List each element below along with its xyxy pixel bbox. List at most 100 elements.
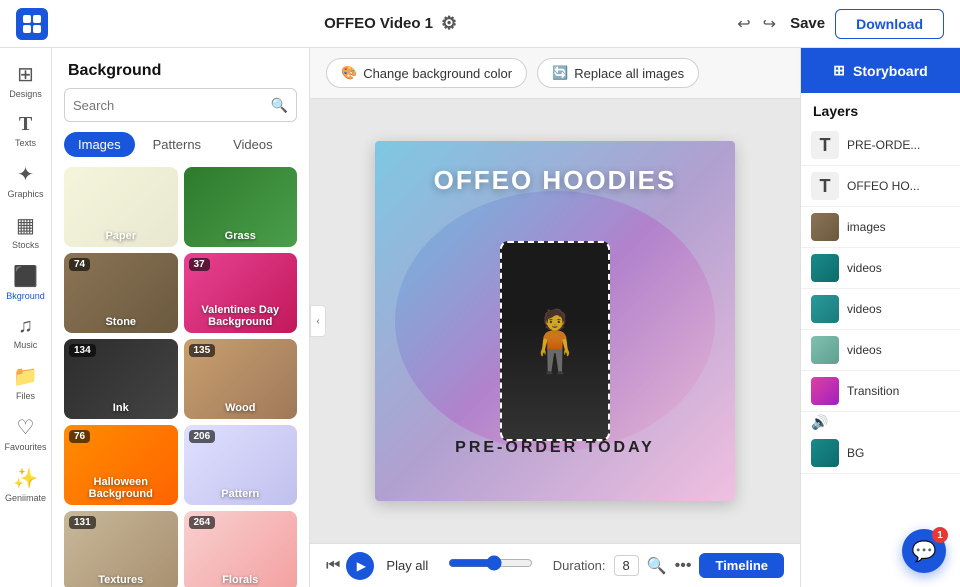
layer-name: images — [847, 220, 950, 234]
list-item[interactable]: 76Halloween Background — [64, 425, 178, 505]
sidebar-item-graphics[interactable]: ✦ Graphics — [2, 156, 50, 205]
storyboard-label: Storyboard — [853, 63, 928, 79]
settings-icon[interactable]: ⚙ — [441, 13, 457, 34]
redo-button[interactable]: ↪ — [759, 10, 780, 38]
figure-icon: 🧍 — [518, 306, 593, 377]
save-button[interactable]: Save — [790, 15, 825, 32]
layer-name: Transition — [847, 384, 950, 398]
layer-name: PRE-ORDE... — [847, 138, 950, 152]
list-item[interactable]: Paper — [64, 167, 178, 247]
sidebar-item-background[interactable]: ⬛ Bkground — [2, 258, 50, 307]
timeline-button[interactable]: Timeline — [699, 553, 784, 578]
background-icon: ⬛ — [13, 264, 38, 289]
music-icon: ♫ — [18, 315, 33, 338]
tab-bar: Images Patterns Videos — [52, 132, 309, 157]
tab-images[interactable]: Images — [64, 132, 135, 157]
favourites-icon: ♡ — [17, 415, 35, 440]
canvas-area: 🎨 Change background color 🔄 Replace all … — [310, 48, 800, 587]
sidebar-label-texts: Texts — [15, 138, 36, 148]
chat-button[interactable]: 💬 1 — [902, 529, 946, 573]
more-options-button[interactable]: ••• — [675, 557, 692, 575]
layer-thumbnail: T — [811, 172, 839, 200]
topbar-center: OFFEO Video 1 ⚙ — [324, 13, 457, 34]
sidebar-item-files[interactable]: 📁 Files — [2, 358, 50, 407]
replace-images-button[interactable]: 🔄 Replace all images — [537, 58, 699, 88]
sidebar-item-geniimate[interactable]: ✨ Geniimate — [2, 460, 50, 509]
playback-controls: ⏮ ▶ — [326, 552, 374, 580]
list-item[interactable]: 135Wood — [184, 339, 298, 419]
list-item[interactable]: 74Stone — [64, 253, 178, 333]
palette-icon: 🎨 — [341, 65, 357, 81]
undo-redo: ↩ ↪ — [733, 10, 780, 38]
sidebar-item-designs[interactable]: ⊞ Designs — [2, 56, 50, 105]
layer-item[interactable]: images — [801, 207, 960, 248]
layer-item[interactable]: Transition — [801, 371, 960, 412]
texts-icon: T — [19, 113, 32, 136]
storyboard-button[interactable]: ⊞ Storyboard — [801, 48, 960, 93]
list-item[interactable]: Grass — [184, 167, 298, 247]
layer-item[interactable]: T PRE-ORDE... — [801, 125, 960, 166]
background-grid: Paper Grass 74Stone 37Valentines Day Bac… — [52, 167, 309, 587]
sidebar-item-music[interactable]: ♫ Music — [2, 309, 50, 356]
layer-thumbnail — [811, 377, 839, 405]
skip-back-button[interactable]: ⏮ — [326, 557, 340, 575]
timeline-slider[interactable] — [448, 555, 532, 576]
download-button[interactable]: Download — [835, 9, 944, 39]
sidebar-item-stocks[interactable]: ▦ Stocks — [2, 207, 50, 256]
layer-name: videos — [847, 261, 950, 275]
undo-button[interactable]: ↩ — [733, 10, 754, 38]
zoom-button[interactable]: 🔍 — [647, 556, 667, 576]
list-item[interactable]: 131Textures — [64, 511, 178, 587]
playhead-input[interactable] — [448, 555, 532, 571]
duration-label: Duration: — [553, 558, 606, 573]
layer-thumbnail — [811, 254, 839, 282]
layer-item[interactable]: videos — [801, 248, 960, 289]
search-input[interactable] — [73, 98, 271, 113]
stocks-icon: ▦ — [16, 213, 35, 238]
list-item[interactable]: 206Pattern — [184, 425, 298, 505]
sidebar-label-graphics: Graphics — [7, 189, 43, 199]
layer-thumbnail — [811, 439, 839, 467]
topbar-right: ↩ ↪ Save Download — [733, 9, 944, 39]
play-button[interactable]: ▶ — [346, 552, 374, 580]
replace-images-label: Replace all images — [574, 66, 684, 81]
sidebar-item-favourites[interactable]: ♡ Favourites — [2, 409, 50, 458]
layer-item[interactable]: BG — [801, 433, 960, 474]
graphics-icon: ✦ — [17, 162, 34, 187]
collapse-panel-button[interactable]: ‹ — [310, 305, 326, 337]
layer-item[interactable]: videos — [801, 330, 960, 371]
layer-thumbnail — [811, 336, 839, 364]
panel-title: Background — [52, 48, 309, 88]
canvas-title: OFFEO HOODIES — [375, 165, 735, 196]
topbar-left — [16, 8, 48, 40]
sidebar-label-geniimate: Geniimate — [5, 493, 46, 503]
layer-item[interactable]: videos — [801, 289, 960, 330]
sidebar-label-stocks: Stocks — [12, 240, 39, 250]
tab-videos[interactable]: Videos — [219, 132, 287, 157]
change-background-button[interactable]: 🎨 Change background color — [326, 58, 527, 88]
sidebar-label-music: Music — [14, 340, 38, 350]
play-icon: ▶ — [357, 559, 366, 573]
storyboard-icon: ⊞ — [833, 62, 845, 79]
main: ⊞ Designs T Texts ✦ Graphics ▦ Stocks ⬛ … — [0, 48, 960, 587]
list-item[interactable]: 37Valentines Day Background — [184, 253, 298, 333]
topbar: OFFEO Video 1 ⚙ ↩ ↪ Save Download — [0, 0, 960, 48]
list-item[interactable]: 264Florals — [184, 511, 298, 587]
sidebar-label-background: Bkground — [6, 291, 45, 301]
tab-patterns[interactable]: Patterns — [139, 132, 215, 157]
background-panel: Background 🔍 Images Patterns Videos Pape… — [52, 48, 310, 587]
layer-thumbnail — [811, 213, 839, 241]
layer-item[interactable]: T OFFEO HO... — [801, 166, 960, 207]
left-sidebar: ⊞ Designs T Texts ✦ Graphics ▦ Stocks ⬛ … — [0, 48, 52, 587]
logo — [16, 8, 48, 40]
canvas-wrapper: ‹ OFFEO HOODIES 🧍 PRE-ORDER TODAY — [310, 99, 800, 543]
layers-list: T PRE-ORDE... T OFFEO HO... images video… — [801, 125, 960, 587]
canvas-figure: 🧍 — [500, 241, 610, 441]
search-icon: 🔍 — [271, 97, 288, 114]
sidebar-label-files: Files — [16, 391, 35, 401]
chat-icon: 💬 — [912, 539, 937, 564]
list-item[interactable]: 134Ink — [64, 339, 178, 419]
designs-icon: ⊞ — [17, 62, 34, 87]
canvas[interactable]: OFFEO HOODIES 🧍 PRE-ORDER TODAY — [375, 141, 735, 501]
sidebar-item-texts[interactable]: T Texts — [2, 107, 50, 154]
